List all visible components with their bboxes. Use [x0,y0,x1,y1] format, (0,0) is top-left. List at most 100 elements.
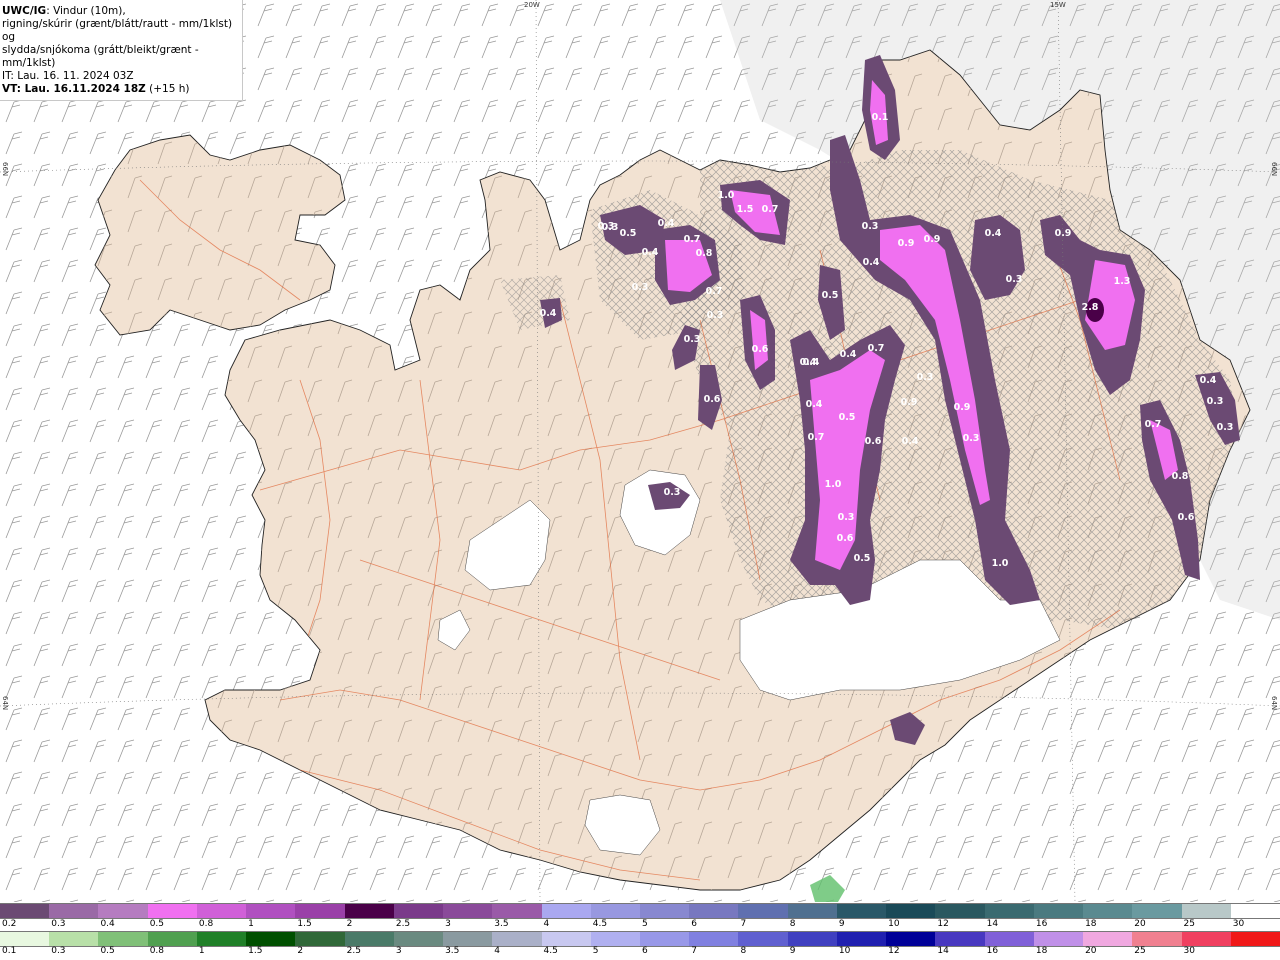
precip-value-label: 0.7 [762,204,779,215]
legend-tick-label: 4 [494,946,501,956]
precip-value-label: 0.4 [985,228,1002,239]
legend-swatch [492,904,543,918]
lat-label-66n-left: 66N [1,162,9,177]
legend-swatch [246,932,296,946]
legend-swatch [541,932,592,946]
legend-snow-scale [0,903,1280,919]
precip-value-label: 0.8 [1172,471,1189,482]
valid-time: VT: Lau. 16.11.2024 18Z (+15 h) [2,83,190,95]
legend-tick-label: 16 [986,946,999,956]
legend-tick-label: 2.5 [346,946,361,956]
legend-swatch [1181,904,1232,918]
map-info-box: UWC/IG: Vindur (10m), rigning/skúrir (gr… [0,0,243,101]
legend-tick-label: 25 [1183,919,1195,929]
legend-swatch [836,932,887,946]
legend-tick-label: 30 [1232,919,1245,929]
legend-swatch [393,904,444,918]
precip-value-label: 0.3 [1006,274,1023,285]
precip-value-label: 0.6 [704,394,721,405]
legend-tick-label: 4 [543,919,550,929]
precip-value-label: 0.4 [863,257,880,268]
legend-tick-label: 6 [642,946,648,956]
precip-value-label: 0.9 [954,402,971,413]
precip-value-label: 0.3 [963,433,980,444]
legend-swatch [0,932,50,946]
precip-value-label: 0.3 [1217,422,1234,433]
legend-tick-label: 9 [838,919,845,929]
legend-tick-label: 7 [691,946,697,956]
legend-tick-label: 7 [740,919,747,929]
legend-swatch [98,904,149,918]
precip-value-label: 0.1 [872,112,889,123]
legend-tick-label: 0.2 [2,919,17,929]
precip-value-label: 0.8 [696,248,713,259]
precip-value-label: 0.7 [684,234,701,245]
legend-swatch [443,904,493,918]
legend-tick-label: 2 [297,946,304,956]
precip-value-label: 0.6 [752,344,769,355]
legend-swatch [1230,904,1280,918]
precip-value-label: 0.7 [1145,419,1162,430]
legend-rain-scale [0,931,1280,947]
precip-value-label: 0.4 [840,349,857,360]
legend-tick-label: 3.5 [445,946,460,956]
legend-tick-label: 25 [1134,946,1146,956]
legend-swatch [147,904,198,918]
precip-value-label: 0.7 [706,286,723,297]
legend-swatch [689,932,739,946]
legend-tick-label: 0.8 [149,946,165,956]
precip-value-label: 1.3 [1114,276,1131,287]
precip-value-label: 0.3 [684,334,701,345]
legend-swatch [492,932,543,946]
precip-value-label: 0.4 [902,436,919,447]
legend-tick-label: 20 [1085,946,1097,956]
legend-swatch [590,932,641,946]
legend-tick-label: 1.5 [297,919,312,929]
legend-swatch [886,932,936,946]
precip-value-label: 2.8 [1082,302,1099,313]
precip-value-label: 0.6 [837,533,854,544]
precip-value-label: 0.5 [854,553,871,564]
lon-label-15w: 15W [1050,1,1066,9]
legend-swatch [393,932,444,946]
lon-label-20w: 20W [524,1,540,9]
legend-swatch [787,904,838,918]
legend-swatch [344,932,395,946]
legend-rain-labels: 0.1 0.3 0.5 0.8 1 1.5 2 2.5 3 3.5 4 4.5 5 6 7 8 9 10 12 14 1… [0,946,1280,958]
legend-tick-label: 14 [937,946,949,956]
precip-value-label: 1.0 [825,479,842,490]
legend-tick-label: 0.3 [51,919,66,929]
legend-tick-label: 18 [1035,946,1048,956]
legend-swatch [1132,904,1183,918]
legend-swatch [689,904,739,918]
legend-swatch [1083,932,1133,946]
precip-value-label: 0.4 [800,357,817,368]
legend-tick-label: 12 [937,919,949,929]
legend-swatch [1132,932,1183,946]
precip-value-label: 0.7 [868,343,885,354]
legend-swatch [886,904,936,918]
precip-value-label: 0.5 [620,228,637,239]
legend-swatch [196,932,247,946]
precip-value-label: 0.4 [642,247,659,258]
legend-snow-labels: 0.2 0.3 0.4 0.5 0.8 1 1.5 2 2.5 3 3.5 4 4.5 5 6 7 8 9 10 12… [0,919,1280,931]
precip-value-label: 0.9 [924,234,941,245]
legend-tick-label: 8 [740,946,747,956]
legend-swatch [984,932,1035,946]
legend-swatch [541,904,592,918]
legend-tick-label: 3 [445,919,451,929]
legend-tick-label: 1 [248,919,254,929]
precip-value-label: 0.3 [1207,396,1224,407]
legend-swatch [590,904,641,918]
precip-value-label: 0.3 [862,221,879,232]
legend-tick-label: 0.5 [100,946,115,956]
precip-value-label: 0.5 [822,290,839,301]
precip-value-label: 1.0 [718,190,735,201]
lat-label-64n-right: 64N [1270,696,1278,711]
legend-tick-label: 0.1 [2,946,17,956]
legend-swatch [49,904,99,918]
legend-tick-label: 3 [395,946,402,956]
legend-swatch [49,932,99,946]
legend-swatch [1033,932,1084,946]
lat-label-66n-right: 66N [1270,162,1278,177]
